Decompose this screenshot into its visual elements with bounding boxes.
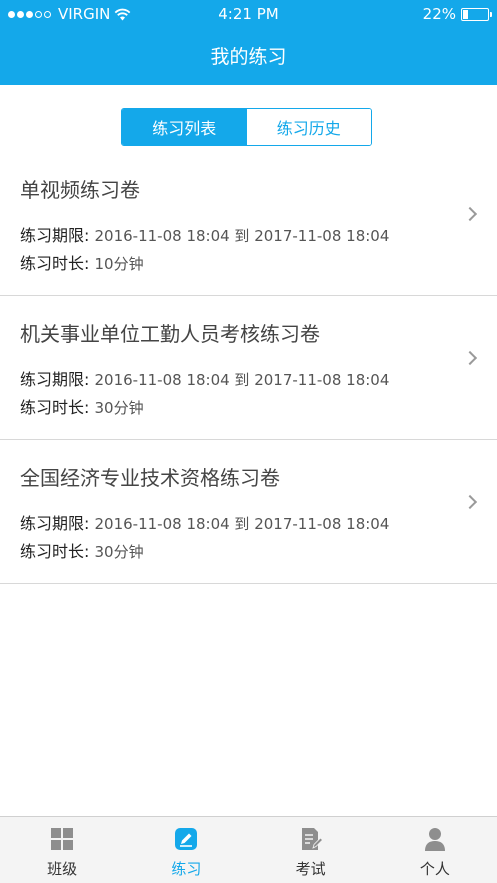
period-label: 练习期限: <box>20 226 90 245</box>
item-period: 练习期限: 2016-11-08 18:04 到 2017-11-08 18:0… <box>20 366 389 390</box>
period-value: 2016-11-08 18:04 到 2017-11-08 18:04 <box>94 515 390 533</box>
duration-value: 30分钟 <box>94 399 144 417</box>
practice-list: 单视频练习卷 练习期限: 2016-11-08 18:04 到 2017-11-… <box>0 152 497 584</box>
app-header: VIRGIN 4:21 PM 22% 我的练习 <box>0 0 497 85</box>
tab-label: 练习 <box>171 860 202 878</box>
item-duration: 练习时长: 10分钟 <box>20 250 144 274</box>
segmented-control: 练习列表 练习历史 <box>121 108 372 146</box>
chevron-right-icon <box>462 350 478 366</box>
duration-label: 练习时长: <box>20 542 90 561</box>
tab-profile[interactable]: 个人 <box>373 817 497 883</box>
list-item[interactable]: 全国经济专业技术资格练习卷 练习期限: 2016-11-08 18:04 到 2… <box>0 440 497 584</box>
item-title: 单视频练习卷 <box>20 178 140 202</box>
item-title: 机关事业单位工勤人员考核练习卷 <box>20 322 320 346</box>
tab-practice-history[interactable]: 练习历史 <box>246 109 371 145</box>
item-period: 练习期限: 2016-11-08 18:04 到 2017-11-08 18:0… <box>20 510 389 534</box>
document-pen-icon <box>301 828 323 850</box>
item-title: 全国经济专业技术资格练习卷 <box>20 466 280 490</box>
item-duration: 练习时长: 30分钟 <box>20 394 144 418</box>
item-period: 练习期限: 2016-11-08 18:04 到 2017-11-08 18:0… <box>20 222 389 246</box>
tab-practice[interactable]: 练习 <box>124 817 248 883</box>
page-title: 我的练习 <box>210 46 287 68</box>
chevron-right-icon <box>462 206 478 222</box>
duration-value: 10分钟 <box>94 255 144 273</box>
list-item[interactable]: 机关事业单位工勤人员考核练习卷 练习期限: 2016-11-08 18:04 到… <box>0 296 497 440</box>
chevron-right-icon <box>462 494 478 510</box>
grid-icon <box>51 828 74 850</box>
status-bar: VIRGIN 4:21 PM 22% <box>0 0 497 28</box>
tab-label: 个人 <box>419 860 450 878</box>
edit-icon <box>175 828 198 850</box>
bottom-tab-bar: 班级 练习 考试 个人 <box>0 816 497 883</box>
item-duration: 练习时长: 30分钟 <box>20 538 144 562</box>
tab-practice-list[interactable]: 练习列表 <box>122 109 247 145</box>
list-item[interactable]: 单视频练习卷 练习期限: 2016-11-08 18:04 到 2017-11-… <box>0 152 497 296</box>
period-value: 2016-11-08 18:04 到 2017-11-08 18:04 <box>94 371 390 389</box>
period-label: 练习期限: <box>20 514 90 533</box>
period-value: 2016-11-08 18:04 到 2017-11-08 18:04 <box>94 227 390 245</box>
battery-info: 22% <box>422 5 492 23</box>
tab-label: 班级 <box>47 860 78 878</box>
duration-label: 练习时长: <box>20 254 90 273</box>
period-label: 练习期限: <box>20 370 90 389</box>
tab-class[interactable]: 班级 <box>0 817 124 883</box>
person-icon <box>424 828 445 851</box>
tab-exam[interactable]: 考试 <box>249 817 373 883</box>
battery-percent: 22% <box>422 5 456 23</box>
duration-label: 练习时长: <box>20 398 90 417</box>
duration-value: 30分钟 <box>94 543 144 561</box>
tab-label: 考试 <box>295 860 326 878</box>
battery-icon <box>461 7 492 21</box>
